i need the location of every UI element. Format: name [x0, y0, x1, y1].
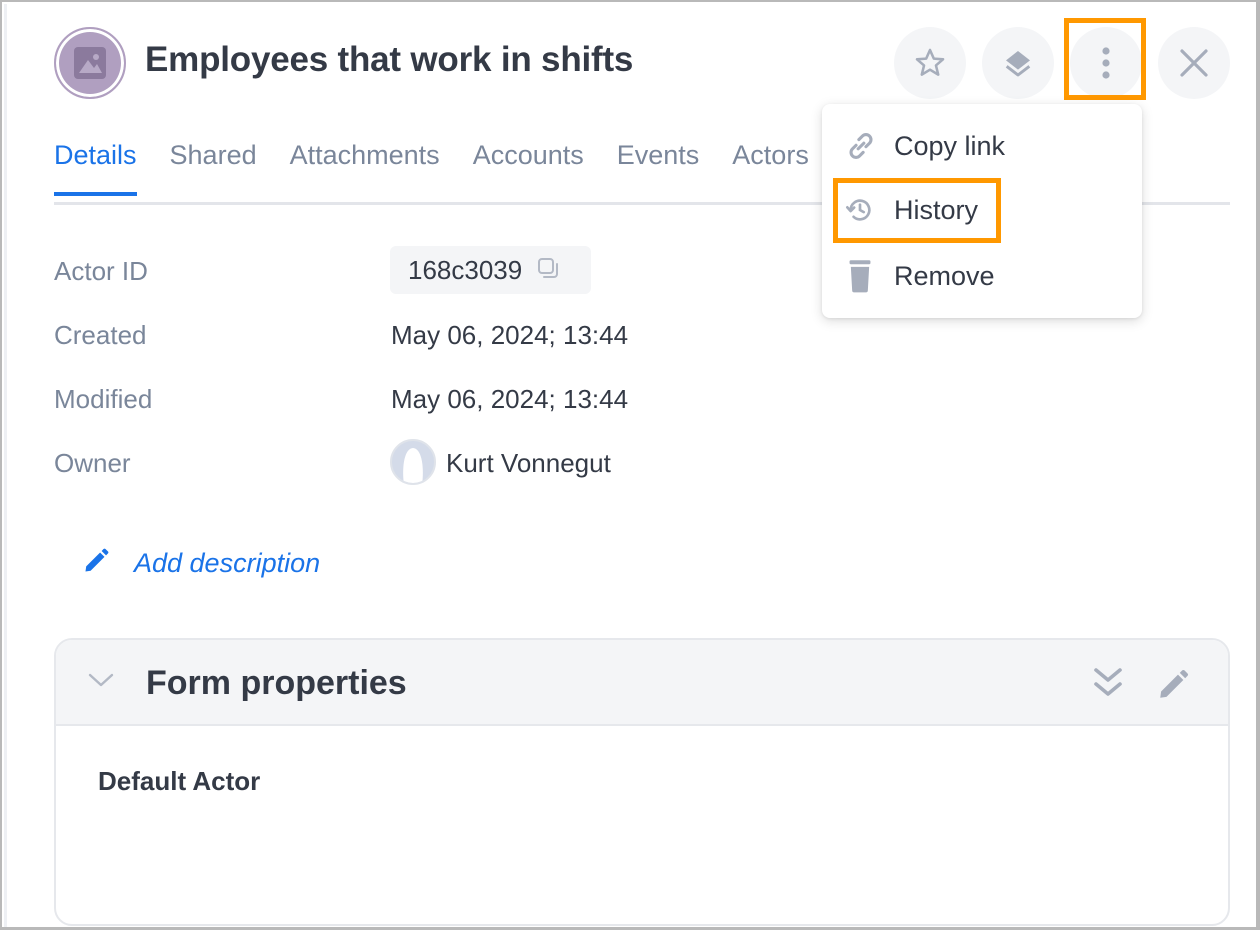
more-vertical-icon — [1102, 47, 1110, 79]
form-properties-header[interactable]: Form properties — [56, 640, 1228, 726]
actor-id-value: 168c3039 — [408, 254, 523, 285]
link-icon — [844, 129, 884, 163]
detail-panel: Employees that work in shifts Details Sh… — [0, 0, 1260, 930]
modified-value: May 06, 2024; 13:44 — [391, 384, 629, 414]
edit-icon[interactable] — [1156, 668, 1190, 707]
menu-item-label: History — [894, 194, 979, 225]
tab-actors[interactable]: Actors — [732, 140, 809, 191]
tab-bar: Details Shared Attachments Accounts Even… — [54, 140, 842, 196]
add-description-button[interactable]: Add description — [82, 547, 320, 580]
tab-accounts[interactable]: Accounts — [473, 140, 584, 191]
add-description-label: Add description — [134, 548, 321, 578]
copy-icon[interactable] — [536, 256, 560, 285]
close-button[interactable] — [1158, 27, 1230, 99]
chevron-down-icon[interactable] — [88, 672, 114, 693]
default-actor-heading: Default Actor — [98, 766, 261, 796]
actor-id-chip: 168c3039 — [390, 246, 591, 294]
close-icon — [1180, 49, 1208, 77]
panel-edge — [4, 4, 7, 927]
layers-icon — [1005, 51, 1031, 77]
menu-item-label: Remove — [894, 260, 995, 291]
pencil-icon — [82, 547, 112, 580]
history-icon — [844, 194, 884, 226]
modified-label: Modified — [54, 384, 153, 414]
image-icon — [74, 47, 106, 79]
created-label: Created — [54, 320, 147, 350]
created-value: May 06, 2024; 13:44 — [391, 320, 629, 350]
menu-item-remove[interactable]: Remove — [844, 251, 995, 301]
owner-avatar — [390, 439, 436, 485]
favorite-button[interactable] — [894, 27, 966, 99]
tab-attachments[interactable]: Attachments — [290, 140, 440, 191]
menu-item-label: Copy link — [894, 130, 1006, 161]
more-actions-button[interactable] — [1070, 27, 1142, 99]
menu-item-copy-link[interactable]: Copy link — [844, 121, 1005, 171]
owner-name[interactable]: Kurt Vonnegut — [446, 448, 611, 479]
owner-label: Owner — [54, 448, 131, 478]
user-silhouette-icon — [403, 448, 423, 483]
trash-icon — [844, 259, 884, 293]
tab-events[interactable]: Events — [617, 140, 700, 191]
layers-button[interactable] — [982, 27, 1054, 99]
tab-shared[interactable]: Shared — [170, 140, 257, 191]
actor-avatar — [54, 27, 126, 99]
form-properties-title: Form properties — [146, 664, 407, 702]
page-title: Employees that work in shifts — [145, 40, 634, 79]
star-icon — [915, 48, 945, 76]
tab-details[interactable]: Details — [54, 140, 137, 196]
menu-item-history[interactable]: History — [844, 185, 978, 235]
actor-id-label: Actor ID — [54, 256, 148, 286]
form-properties-card: Form properties Default Actor — [54, 638, 1230, 926]
expand-all-icon[interactable] — [1092, 666, 1124, 707]
